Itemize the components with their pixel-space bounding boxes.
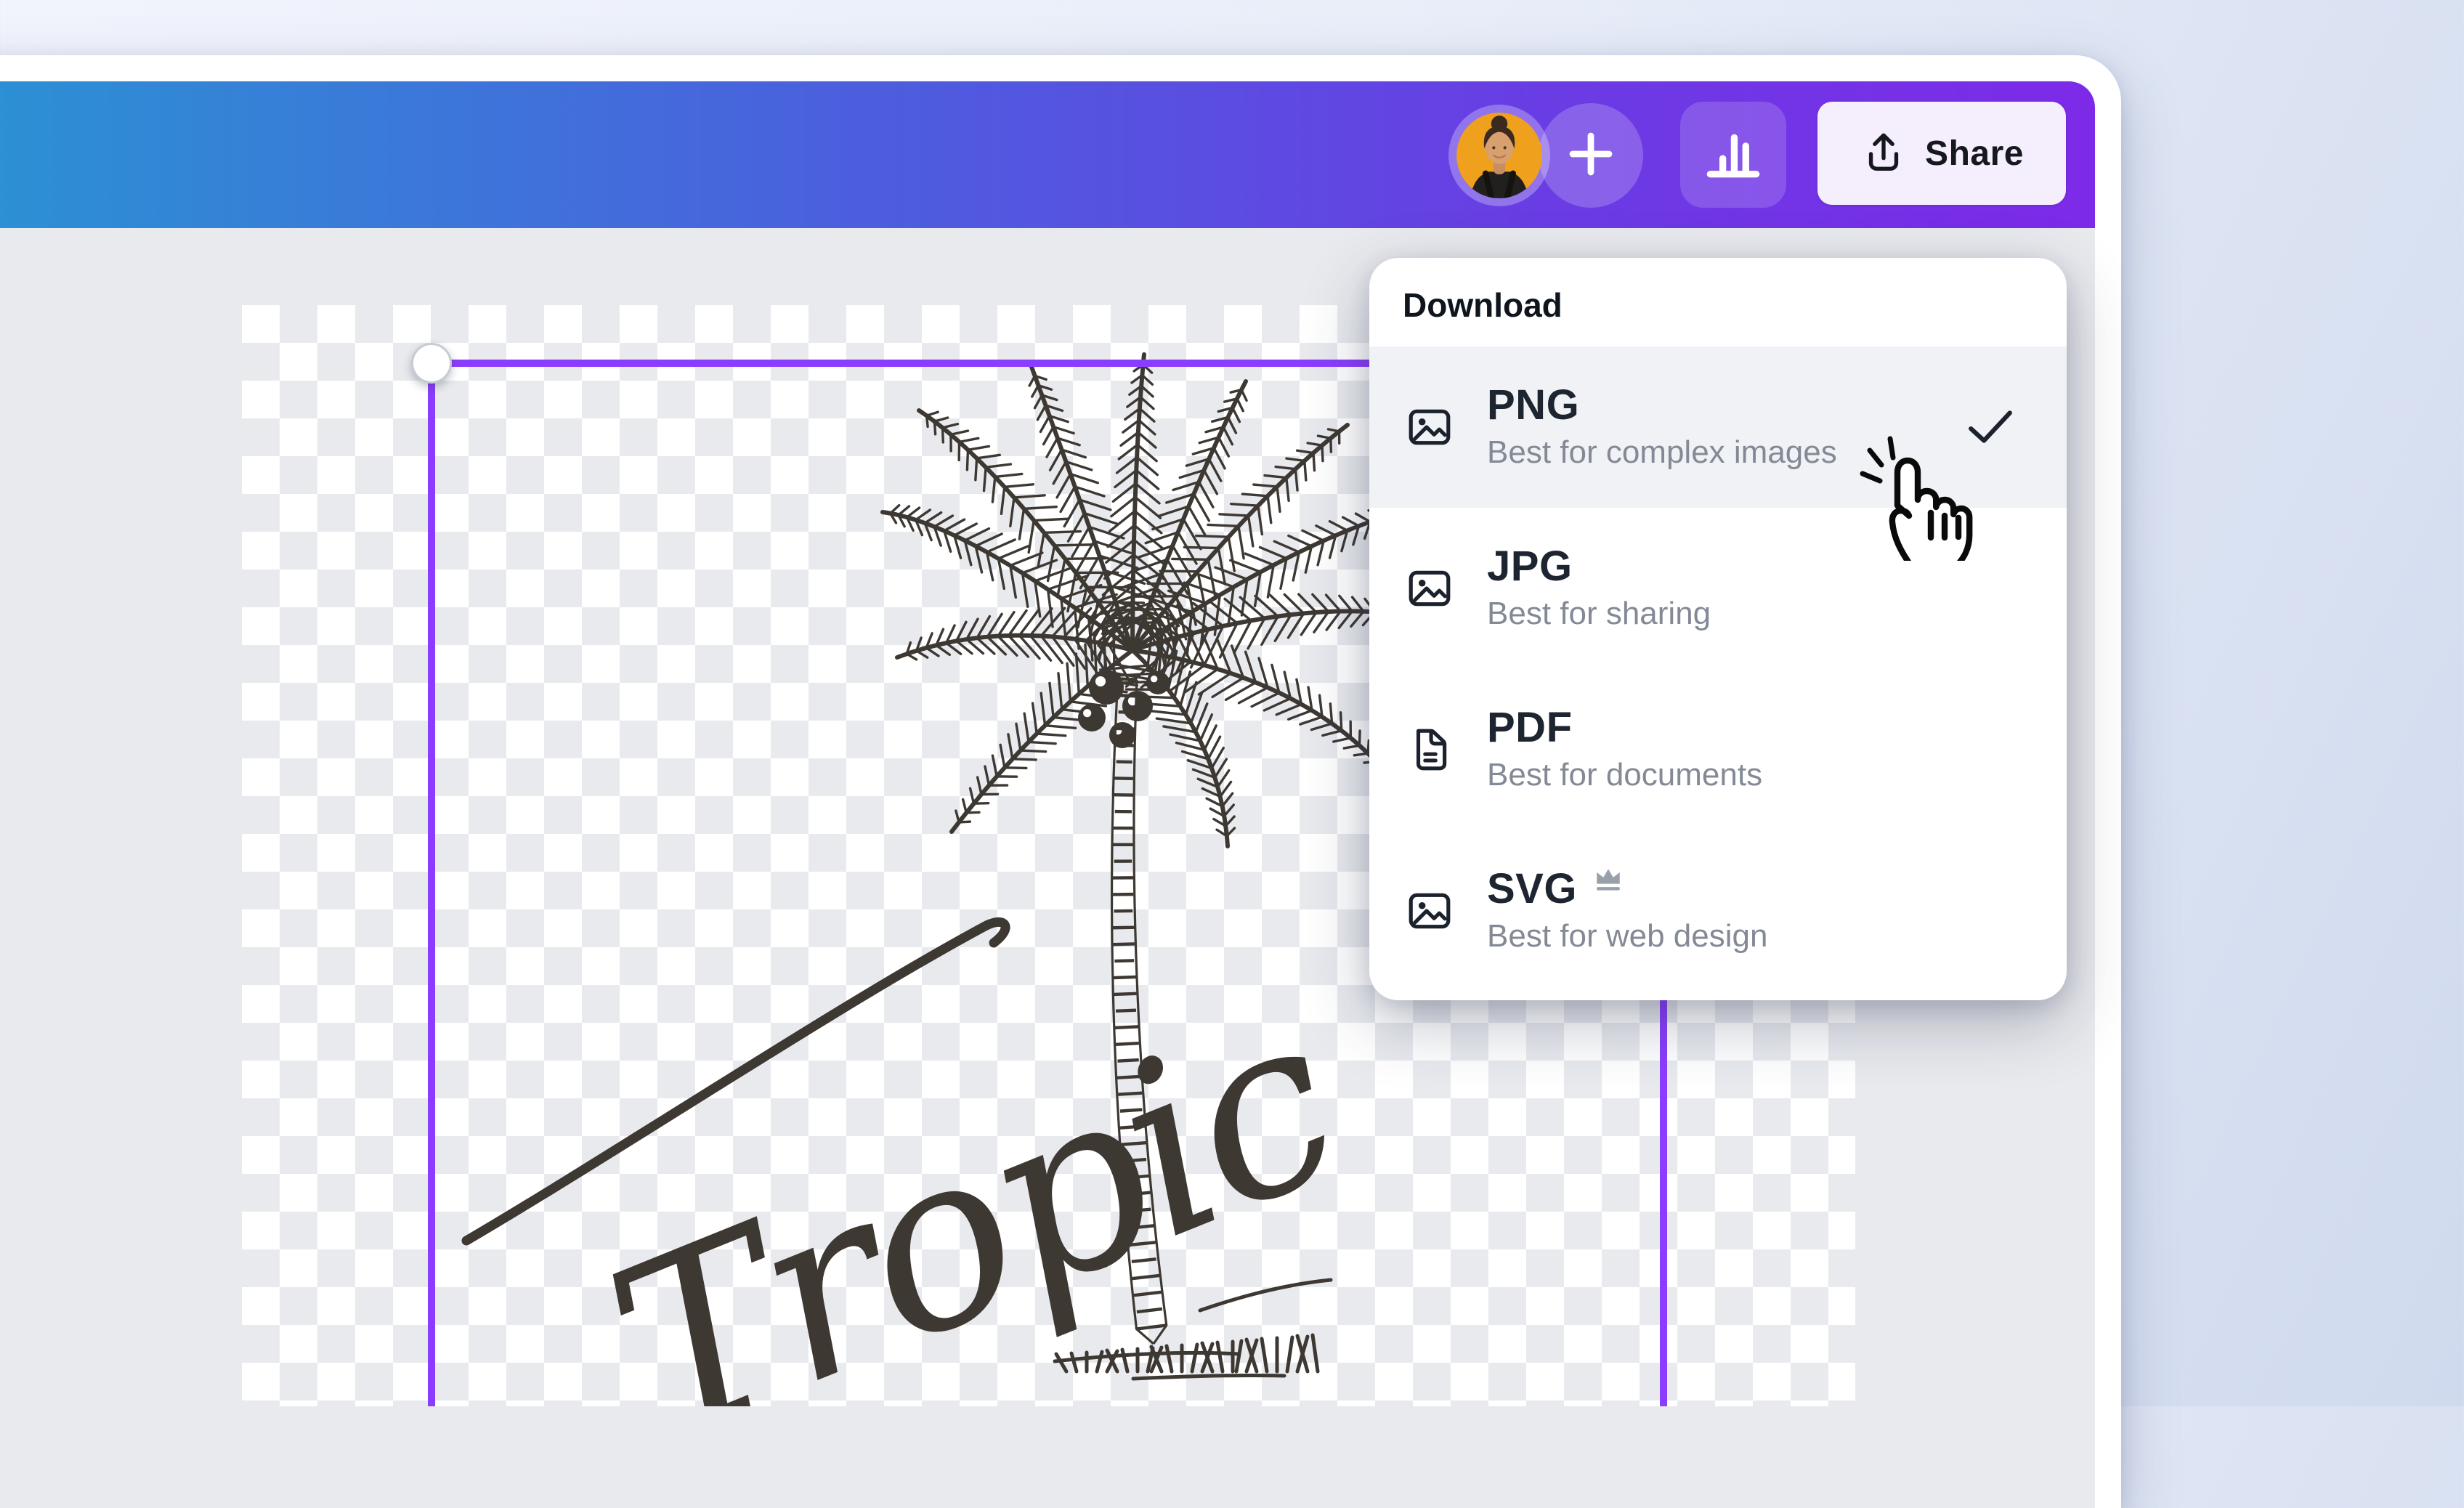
download-option-png[interactable]: PNGBest for complex images [1369, 346, 2067, 508]
selection-border-left [428, 363, 435, 1406]
image-icon [1406, 403, 1454, 451]
avatar-image [1456, 113, 1542, 198]
download-options: PNGBest for complex imagesJPGBest for sh… [1369, 346, 2067, 992]
download-option-jpg[interactable]: JPGBest for sharing [1369, 508, 2067, 669]
selection-corner-handle[interactable] [411, 343, 452, 384]
add-button[interactable] [1539, 103, 1643, 208]
document-icon [1406, 726, 1454, 774]
image-icon [1406, 887, 1454, 935]
upload-icon [1860, 128, 1908, 179]
image-icon [1406, 564, 1454, 612]
format-label: PDF [1487, 704, 1573, 752]
artwork-script-text: Tropic [578, 959, 1371, 1406]
selected-check-icon [1966, 408, 2014, 446]
download-option-pdf[interactable]: PDFBest for documents [1369, 669, 2067, 830]
download-option-svg[interactable]: SVGBest for web design [1369, 830, 2067, 992]
format-label: SVG [1487, 865, 1577, 913]
editor-topbar: Share [0, 81, 2095, 228]
format-description: Best for complex images [1487, 432, 1837, 473]
format-description: Best for sharing [1487, 593, 1711, 634]
format-label: PNG [1487, 381, 1579, 429]
share-button[interactable]: Share [1817, 102, 2066, 205]
share-button-label: Share [1925, 134, 2024, 174]
format-label: JPG [1487, 543, 1573, 591]
premium-crown-icon [1593, 867, 1624, 893]
insights-button[interactable] [1680, 102, 1786, 208]
plus-icon [1562, 125, 1620, 187]
download-menu-title: Download [1403, 280, 2067, 331]
account-avatar[interactable] [1448, 105, 1550, 206]
download-menu: Download PNGBest for complex imagesJPGBe… [1369, 258, 2067, 1000]
bar-chart-icon [1700, 120, 1767, 190]
format-description: Best for web design [1487, 916, 1767, 957]
format-description: Best for documents [1487, 755, 1762, 795]
